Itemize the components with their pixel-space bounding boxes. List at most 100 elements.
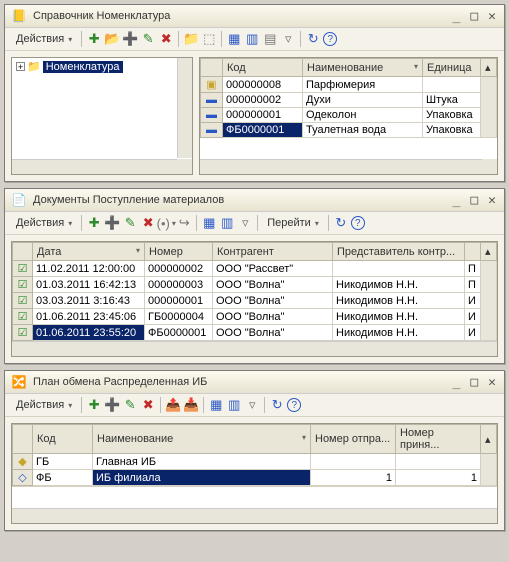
hierarchy-icon[interactable]: ⬚ xyxy=(201,31,217,47)
help-icon[interactable]: ? xyxy=(323,32,337,46)
col-date[interactable]: Дата xyxy=(33,243,145,261)
delete-mark-icon[interactable]: ✖ xyxy=(158,31,174,47)
delete-mark-icon[interactable]: ✖ xyxy=(140,215,156,231)
add-copy-icon[interactable]: ➕ xyxy=(104,215,120,231)
add-copy-icon[interactable]: ➕ xyxy=(122,31,138,47)
table-row[interactable]: ▬ 000000002 Духи Штука xyxy=(201,93,497,108)
sort-icon[interactable]: ▤ xyxy=(262,31,278,47)
tree-root-row[interactable]: + 📁 Номенклатура xyxy=(12,58,192,75)
refresh-icon[interactable]: ↻ xyxy=(269,397,285,413)
table-row[interactable]: ◇ ФБ ИБ филиала 1 1 xyxy=(13,470,497,486)
separator xyxy=(81,215,82,231)
col-scroll: ▴ xyxy=(481,243,497,261)
empty-area xyxy=(12,486,497,508)
cell-num: ФБ0000001 xyxy=(145,325,213,341)
scrollbar-vertical[interactable] xyxy=(481,454,497,486)
table-row[interactable]: ☑01.06.2011 23:45:06ГБ0000004ООО "Волна"… xyxy=(13,309,497,325)
col-rep[interactable]: Представитель контр... xyxy=(333,243,465,261)
header-row: Дата Номер Контрагент Представитель конт… xyxy=(13,243,497,261)
col-rowhdr[interactable] xyxy=(13,243,33,261)
cell-contr: ООО "Волна" xyxy=(213,325,333,341)
table-row[interactable]: ▣ 000000008 Парфюмерия xyxy=(201,77,497,93)
col-name[interactable]: Наименование xyxy=(303,59,423,77)
actions-menu[interactable]: Действия xyxy=(11,215,77,231)
add-icon[interactable]: ✚ xyxy=(86,31,102,47)
scrollbar-horizontal[interactable] xyxy=(200,159,482,174)
col-name[interactable]: Наименование xyxy=(93,425,311,454)
scrollbar-vertical[interactable] xyxy=(481,77,497,138)
col-code[interactable]: Код xyxy=(223,59,303,77)
scrollbar-horizontal[interactable] xyxy=(12,341,497,356)
table-row[interactable]: ☑01.06.2011 23:55:20ФБ0000001ООО "Волна"… xyxy=(13,325,497,341)
maximize-button[interactable]: □ xyxy=(468,9,480,24)
delete-mark-icon[interactable]: ✖ xyxy=(140,397,156,413)
col-extra[interactable] xyxy=(465,243,481,261)
scrollbar-vertical[interactable] xyxy=(481,261,497,341)
filter-icon[interactable]: ▦ xyxy=(226,31,242,47)
write-changes-icon[interactable]: 📤 xyxy=(165,397,181,413)
move-to-group-icon[interactable]: 📁 xyxy=(183,31,199,47)
nomenclature-table[interactable]: Код Наименование Единица ▴ ▣ 000000008 П… xyxy=(200,58,497,138)
scrollbar-vertical[interactable] xyxy=(177,58,192,158)
refresh-icon[interactable]: ↻ xyxy=(333,215,349,231)
filter-by-value-icon[interactable]: ▥ xyxy=(219,215,235,231)
filter-by-value-icon[interactable]: ▥ xyxy=(244,31,260,47)
col-recv[interactable]: Номер приня... xyxy=(396,425,481,454)
close-button[interactable]: ✕ xyxy=(486,9,498,24)
refresh-icon[interactable]: ↻ xyxy=(305,31,321,47)
actions-menu[interactable]: Действия xyxy=(11,31,77,47)
col-sent[interactable]: Номер отпра... xyxy=(311,425,396,454)
documents-table[interactable]: Дата Номер Контрагент Представитель конт… xyxy=(12,242,497,341)
table-row[interactable]: ◆ ГБ Главная ИБ xyxy=(13,454,497,470)
edit-icon[interactable]: ✎ xyxy=(140,31,156,47)
help-icon[interactable]: ? xyxy=(351,216,365,230)
cell-rep xyxy=(333,261,465,277)
goto-menu[interactable]: Перейти xyxy=(262,215,324,231)
actions-menu[interactable]: Действия xyxy=(11,397,77,413)
col-num[interactable]: Номер xyxy=(145,243,213,261)
close-button[interactable]: ✕ xyxy=(486,193,498,208)
grid-wrap: Код Наименование Номер отпра... Номер пр… xyxy=(11,423,498,524)
add-folder-icon[interactable]: 📂 xyxy=(104,31,120,47)
minimize-button[interactable]: _ xyxy=(451,375,463,390)
post-icon[interactable]: ↪ xyxy=(176,215,192,231)
minimize-button[interactable]: _ xyxy=(451,193,463,208)
table-row[interactable]: ▬ ФБ0000001 Туалетная вода Упаковка xyxy=(201,123,497,138)
scrollbar-horizontal[interactable] xyxy=(12,159,177,174)
tree-pane[interactable]: + 📁 Номенклатура xyxy=(11,57,193,175)
read-changes-icon[interactable]: 📥 xyxy=(183,397,199,413)
add-icon[interactable]: ✚ xyxy=(86,215,102,231)
minimize-button[interactable]: _ xyxy=(451,9,463,24)
col-rowhdr[interactable] xyxy=(201,59,223,77)
col-contr[interactable]: Контрагент xyxy=(213,243,333,261)
close-button[interactable]: ✕ xyxy=(486,375,498,390)
col-rowhdr[interactable] xyxy=(13,425,33,454)
filter-icon[interactable]: ▦ xyxy=(201,215,217,231)
expand-icon[interactable]: + xyxy=(16,62,25,71)
clear-filter-icon[interactable]: ▿ xyxy=(237,215,253,231)
edit-icon[interactable]: ✎ xyxy=(122,397,138,413)
cell-recv: 1 xyxy=(396,470,481,486)
edit-icon[interactable]: ✎ xyxy=(122,215,138,231)
col-code[interactable]: Код xyxy=(33,425,93,454)
cell-sent xyxy=(311,454,396,470)
interval-icon[interactable]: (•) xyxy=(158,215,174,231)
maximize-button[interactable]: □ xyxy=(468,375,480,390)
clear-filter-icon[interactable]: ▿ xyxy=(244,397,260,413)
titlebar: 📄 Документы Поступление материалов _ □ ✕ xyxy=(5,189,504,212)
col-unit[interactable]: Единица xyxy=(423,59,481,77)
header-row: Код Наименование Единица ▴ xyxy=(201,59,497,77)
table-row[interactable]: ☑01.03.2011 16:42:13000000003ООО "Волна"… xyxy=(13,277,497,293)
exchange-table[interactable]: Код Наименование Номер отпра... Номер пр… xyxy=(12,424,497,486)
scrollbar-horizontal[interactable] xyxy=(12,508,497,523)
table-row[interactable]: ☑03.03.2011 3:16:43000000001ООО "Волна"Н… xyxy=(13,293,497,309)
add-icon[interactable]: ✚ xyxy=(86,397,102,413)
maximize-button[interactable]: □ xyxy=(468,193,480,208)
add-copy-icon[interactable]: ➕ xyxy=(104,397,120,413)
table-row[interactable]: ☑11.02.2011 12:00:00000000002ООО "Рассве… xyxy=(13,261,497,277)
table-row[interactable]: ▬ 000000001 Одеколон Упаковка xyxy=(201,108,497,123)
clear-filter-icon[interactable]: ▿ xyxy=(280,31,296,47)
filter-icon[interactable]: ▦ xyxy=(208,397,224,413)
filter-by-value-icon[interactable]: ▥ xyxy=(226,397,242,413)
help-icon[interactable]: ? xyxy=(287,398,301,412)
